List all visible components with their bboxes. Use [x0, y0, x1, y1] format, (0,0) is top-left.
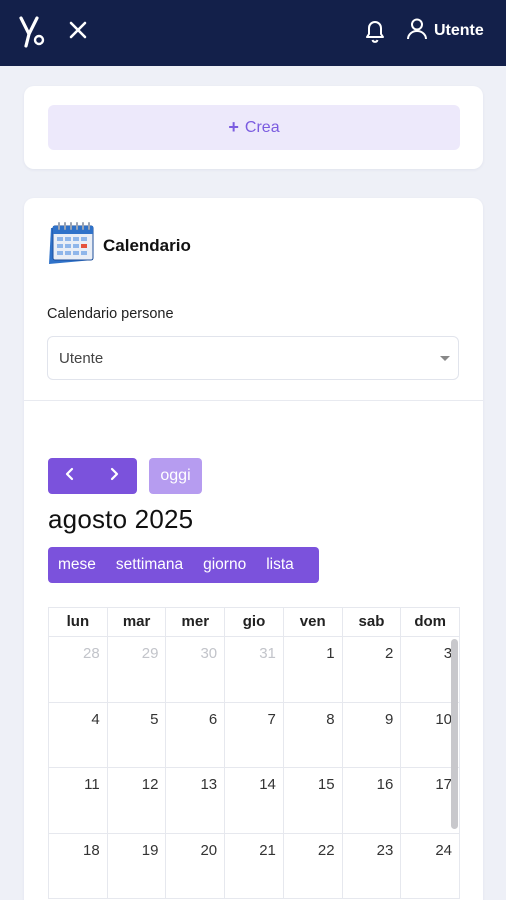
week-row: 18 19 20 21 22 23 24: [48, 833, 460, 899]
month-grid: lun mar mer gio ven sab dom 28 29 30 31 1 2 3 4…: [48, 607, 460, 899]
week-row: 11 12 13 14 15 16 17: [48, 768, 460, 834]
user-name: Utente: [434, 22, 484, 39]
day-number: 29: [141, 645, 159, 662]
day-cell[interactable]: 9: [343, 702, 402, 767]
weekday-header: mer: [166, 608, 226, 636]
day-number: 15: [317, 776, 335, 793]
day-number: 24: [435, 841, 453, 859]
day-cell[interactable]: 16: [343, 768, 402, 833]
day-cell[interactable]: 7: [225, 702, 284, 767]
chevron-left-icon: [63, 466, 77, 487]
calendar-header: Calendario: [47, 220, 191, 271]
day-number: 9: [384, 710, 394, 728]
day-cell[interactable]: 5: [108, 702, 167, 767]
day-number: 4: [91, 710, 100, 728]
user-menu[interactable]: Utente: [406, 18, 484, 44]
day-number: 16: [376, 776, 394, 793]
day-number: 11: [84, 776, 100, 793]
bell-icon[interactable]: [362, 17, 388, 45]
user-icon: [406, 17, 428, 46]
day-number: 30: [200, 645, 218, 662]
create-button-label: Crea: [244, 118, 280, 136]
day-cell[interactable]: 8: [284, 702, 343, 767]
day-cell[interactable]: 18: [49, 833, 108, 898]
weekday-header: dom: [414, 613, 446, 630]
calendar-persons-select[interactable]: Utente: [47, 336, 459, 380]
calendar-nav-group: [48, 458, 137, 494]
week-row: 4 5 6 7 8 9 10: [48, 702, 460, 768]
day-cell[interactable]: 1: [284, 637, 343, 702]
today-button[interactable]: oggi: [149, 458, 202, 494]
view-switcher: mese settimana giorno lista: [48, 547, 319, 583]
day-cell[interactable]: 21: [225, 833, 284, 898]
day-number: 31: [259, 645, 276, 662]
divider: [24, 400, 483, 401]
create-button[interactable]: + Crea: [48, 105, 460, 150]
day-number: 28: [83, 645, 100, 662]
weekday-header-row: lun mar mer gio ven sab dom: [48, 607, 460, 637]
day-cell[interactable]: 19: [108, 833, 167, 898]
day-number: 1: [326, 645, 335, 662]
day-cell[interactable]: 15: [284, 768, 343, 833]
day-cell[interactable]: 13: [166, 768, 226, 833]
day-number: 18: [83, 841, 100, 859]
top-bar: Utente: [0, 0, 506, 66]
day-number: 10: [435, 710, 453, 728]
weekday-header: lun: [49, 608, 108, 636]
day-cell[interactable]: 23: [343, 833, 402, 898]
month-title: agosto 2025: [48, 504, 194, 534]
day-number: 8: [326, 710, 335, 728]
day-cell[interactable]: 14: [225, 768, 284, 833]
day-number: 19: [141, 841, 159, 859]
day-cell[interactable]: 4: [49, 702, 108, 767]
weekday-header: sab: [343, 608, 402, 636]
weeks-container: 28 29 30 31 1 2 3 4 5 6 7 8 9 10 11 12 13 14 15 16 17 18 19 20 2…: [48, 637, 460, 899]
view-list-button[interactable]: lista: [256, 547, 304, 583]
day-number: 13: [200, 776, 218, 793]
day-cell[interactable]: 29: [108, 637, 167, 702]
weekday-header: mar: [108, 608, 167, 636]
scrollbar[interactable]: [451, 639, 458, 829]
day-number: 5: [150, 710, 159, 728]
chevron-down-icon: [440, 356, 450, 361]
day-cell[interactable]: 24: [401, 834, 459, 899]
prev-button[interactable]: [48, 458, 92, 494]
day-number: 7: [267, 710, 276, 728]
select-value: Utente: [59, 349, 104, 367]
weekday-header: ven: [284, 608, 343, 636]
day-number: 14: [259, 776, 276, 793]
calendar-icon: [47, 220, 97, 271]
day-cell[interactable]: 2: [343, 637, 402, 702]
day-number: 22: [317, 841, 335, 859]
day-cell[interactable]: 12: [108, 768, 167, 833]
day-cell[interactable]: 22: [284, 833, 343, 898]
day-number: 12: [141, 776, 159, 793]
chevron-right-icon: [107, 466, 121, 487]
yeo-logo-icon[interactable]: [18, 12, 48, 52]
day-cell[interactable]: 11: [49, 768, 108, 833]
day-cell[interactable]: 31: [225, 637, 284, 702]
next-button[interactable]: [92, 458, 136, 494]
calendar-persons-label: Calendario persone: [47, 306, 174, 322]
week-row: 28 29 30 31 1 2 3: [48, 637, 460, 703]
day-number: 20: [200, 841, 218, 859]
weekday-header: gio: [225, 608, 284, 636]
calendar-card: Calendario Calendario persone Utente ogg…: [24, 198, 483, 900]
create-card: + Crea: [24, 86, 483, 169]
day-cell[interactable]: 6: [166, 702, 226, 767]
close-icon[interactable]: [66, 18, 90, 42]
day-number: 2: [384, 645, 394, 662]
plus-icon: +: [228, 117, 239, 137]
day-cell[interactable]: 30: [166, 637, 226, 702]
day-number: 17: [435, 776, 453, 793]
view-week-button[interactable]: settimana: [106, 547, 193, 583]
view-day-button[interactable]: giorno: [193, 547, 256, 583]
calendar-title: Calendario: [103, 235, 191, 255]
day-cell[interactable]: 20: [166, 833, 226, 898]
day-cell[interactable]: 28: [49, 637, 108, 702]
day-number: 23: [376, 841, 394, 859]
day-number: 21: [259, 841, 276, 859]
day-number: 6: [208, 710, 218, 728]
view-month-button[interactable]: mese: [48, 547, 106, 583]
